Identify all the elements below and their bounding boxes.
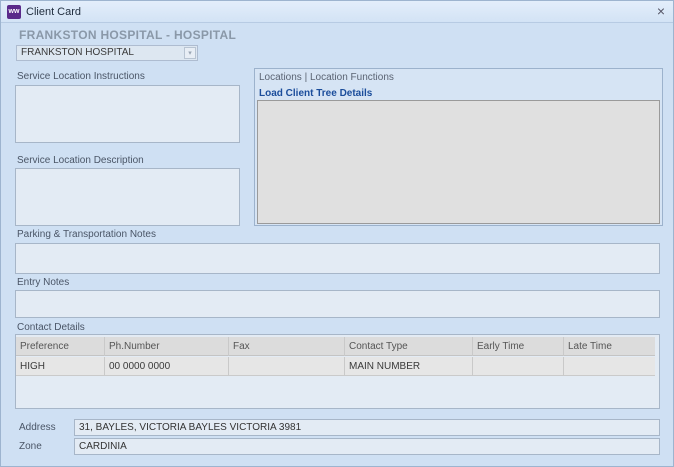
window-title: Client Card — [26, 6, 82, 18]
service-location-instructions-input[interactable] — [15, 85, 240, 143]
close-icon[interactable]: × — [657, 3, 665, 19]
zone-value: CARDINIA — [79, 441, 127, 452]
cell-fax — [229, 357, 345, 376]
column-header-fax[interactable]: Fax — [229, 337, 345, 356]
load-client-tree-link[interactable]: Load Client Tree Details — [259, 88, 372, 99]
grid-header-row: Preference Ph.Number Fax Contact Type Ea… — [16, 337, 655, 356]
table-row[interactable]: HIGH 00 0000 0000 MAIN NUMBER — [16, 357, 655, 376]
contact-details-label: Contact Details — [17, 322, 85, 333]
location-select-value: FRANKSTON HOSPITAL — [21, 47, 134, 58]
cell-early-time — [473, 357, 564, 376]
address-field[interactable]: 31, BAYLES, VICTORIA BAYLES VICTORIA 398… — [74, 419, 660, 436]
address-value: 31, BAYLES, VICTORIA BAYLES VICTORIA 398… — [79, 422, 302, 433]
column-header-preference[interactable]: Preference — [16, 337, 105, 356]
client-tree-view[interactable] — [257, 100, 660, 224]
locations-group-title: Locations | Location Functions — [259, 72, 394, 83]
locations-group: Locations | Location Functions Load Clie… — [254, 68, 663, 226]
address-label: Address — [19, 422, 56, 433]
page-title: FRANKSTON HOSPITAL - HOSPITAL — [19, 28, 237, 42]
cell-preference: HIGH — [16, 357, 105, 376]
service-location-instructions-label: Service Location Instructions — [17, 71, 145, 82]
parking-notes-label: Parking & Transportation Notes — [17, 229, 156, 240]
column-header-ph-number[interactable]: Ph.Number — [105, 337, 229, 356]
cell-contact-type: MAIN NUMBER — [345, 357, 473, 376]
app-icon: ww — [7, 5, 21, 19]
cell-late-time — [564, 357, 655, 376]
zone-label: Zone — [19, 441, 42, 452]
service-location-description-label: Service Location Description — [17, 155, 144, 166]
client-card-window: ww Client Card × FRANKSTON HOSPITAL - HO… — [0, 0, 674, 467]
title-bar[interactable]: ww Client Card × — [1, 1, 673, 23]
location-select[interactable]: FRANKSTON HOSPITAL ▾ — [16, 45, 198, 61]
entry-notes-input[interactable] — [15, 290, 660, 318]
cell-ph-number: 00 0000 0000 — [105, 357, 229, 376]
column-header-late-time[interactable]: Late Time — [564, 337, 655, 356]
parking-notes-input[interactable] — [15, 243, 660, 274]
column-header-early-time[interactable]: Early Time — [473, 337, 564, 356]
column-header-contact-type[interactable]: Contact Type — [345, 337, 473, 356]
zone-field[interactable]: CARDINIA — [74, 438, 660, 455]
entry-notes-label: Entry Notes — [17, 277, 70, 288]
service-location-description-input[interactable] — [15, 168, 240, 226]
contact-details-grid[interactable]: Preference Ph.Number Fax Contact Type Ea… — [15, 334, 660, 409]
chevron-down-icon[interactable]: ▾ — [184, 47, 196, 59]
